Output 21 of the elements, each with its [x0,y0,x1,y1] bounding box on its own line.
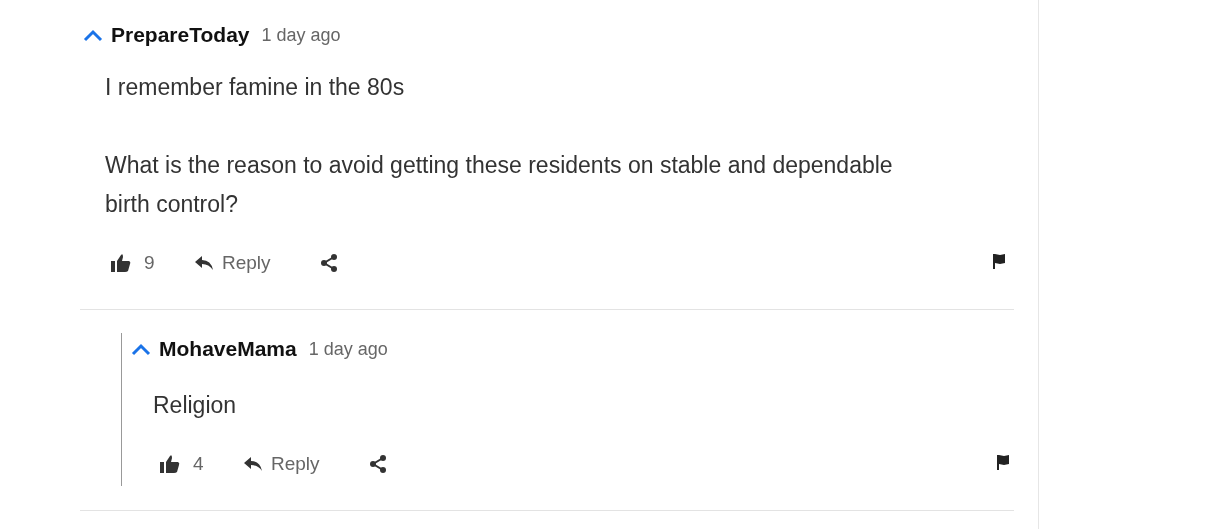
flag-icon[interactable] [996,454,1010,470]
collapse-icon[interactable] [83,28,103,42]
share-icon[interactable] [320,253,338,273]
like-count: 9 [144,252,156,274]
collapse-icon[interactable] [131,342,151,356]
username[interactable]: MohaveMama [159,337,297,361]
reply-icon[interactable] [194,255,214,271]
flag-icon[interactable] [992,253,1006,269]
comment-text: I remember famine in the 80s [105,73,406,102]
comment-text: What is the reason to avoid getting these residents on stable and dependable birth control? [105,151,894,219]
thumbs-up-icon[interactable] [159,454,181,474]
share-icon[interactable] [369,454,387,474]
thumbs-up-icon[interactable] [110,253,132,273]
timestamp: 1 day ago [261,24,341,46]
reply-icon[interactable] [243,456,263,472]
comment-text: Religion [153,391,238,420]
like-count: 4 [193,453,205,475]
reply-button[interactable]: Reply [194,252,320,274]
timestamp: 1 day ago [308,338,388,360]
reply-button[interactable]: Reply [243,453,369,475]
username[interactable]: PrepareToday [111,23,250,47]
